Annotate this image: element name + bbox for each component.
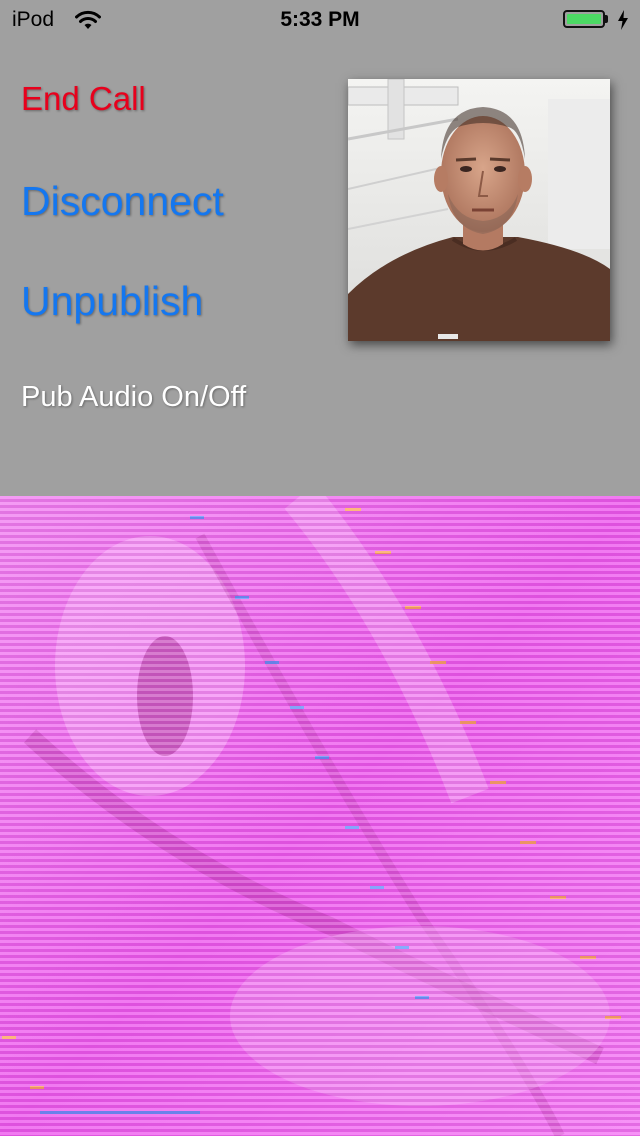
charging-bolt-icon (618, 10, 628, 30)
publisher-video-frame (348, 79, 610, 341)
battery-body (563, 10, 605, 28)
battery-icon (563, 10, 611, 30)
subscriber-video-stream[interactable] (0, 496, 640, 1136)
disconnect-button[interactable]: Disconnect (21, 178, 224, 225)
pub-audio-toggle-button[interactable]: Pub Audio On/Off (21, 381, 246, 414)
publisher-camera-preview[interactable] (348, 79, 610, 341)
end-call-button[interactable]: End Call (21, 80, 146, 118)
clock: 5:33 PM (280, 8, 360, 31)
unpublish-button[interactable]: Unpublish (21, 278, 203, 325)
video-call-screen: iPod 5:33 PM End Call Disconnect Unpubli… (0, 0, 640, 1136)
battery-nub (605, 15, 608, 23)
battery-fill (567, 14, 601, 24)
status-bar: iPod 5:33 PM (0, 0, 640, 40)
subscriber-video-frame (0, 496, 640, 1136)
